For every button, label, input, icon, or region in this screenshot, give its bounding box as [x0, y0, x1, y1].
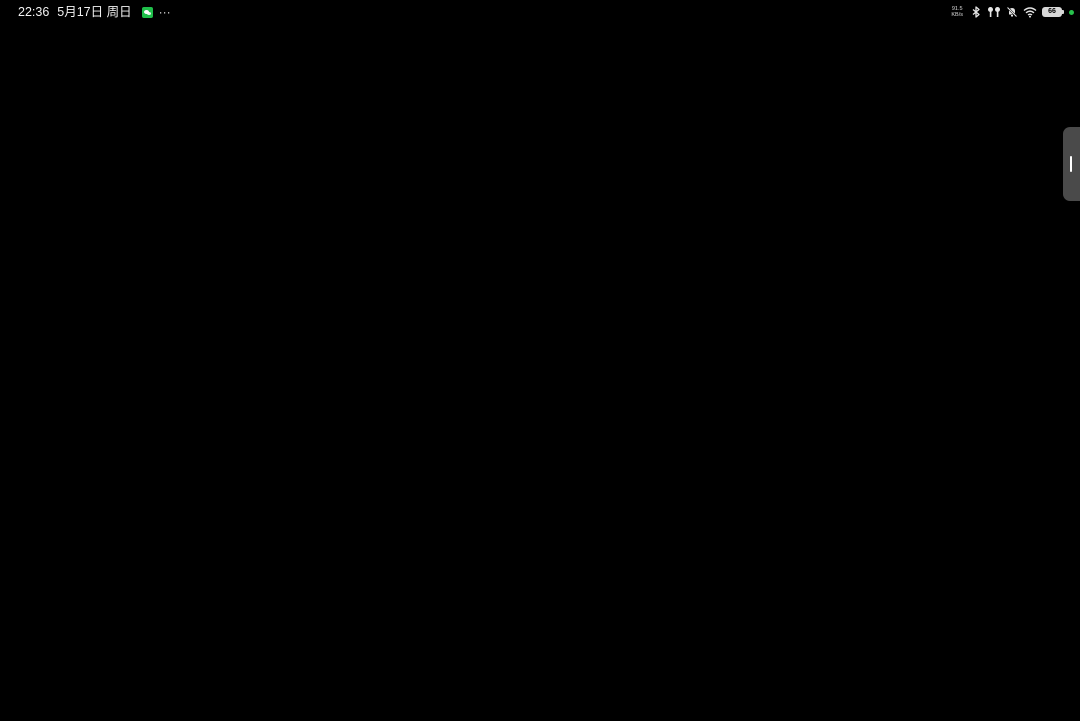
- status-bar: 22:36 5月17日 周日 ··· 91.5 KB/s 66: [0, 0, 1080, 24]
- mute-icon: [1006, 6, 1018, 18]
- privacy-indicator-dot: [1069, 9, 1074, 15]
- status-left: 22:36 5月17日 周日 ···: [18, 4, 171, 20]
- network-speed-unit: KB/s: [951, 12, 963, 18]
- screen: 22:36 5月17日 周日 ··· 91.5 KB/s 66: [0, 0, 1080, 721]
- headphones-icon: [988, 7, 1000, 17]
- status-date: 5月17日 周日: [57, 5, 132, 19]
- more-notifications-icon: ···: [158, 5, 171, 19]
- status-time: 22:36: [18, 5, 50, 19]
- bluetooth-icon: [972, 6, 980, 18]
- grip-icon: [1070, 156, 1072, 172]
- network-speed: 91.5 KB/s: [951, 6, 963, 18]
- battery-level: 66: [1048, 8, 1056, 15]
- battery-icon: 66: [1042, 7, 1064, 17]
- status-right: 91.5 KB/s 66: [951, 4, 1074, 20]
- sidebar-handle[interactable]: [1063, 127, 1080, 201]
- wifi-icon: [1023, 7, 1037, 18]
- wechat-icon: [141, 6, 153, 18]
